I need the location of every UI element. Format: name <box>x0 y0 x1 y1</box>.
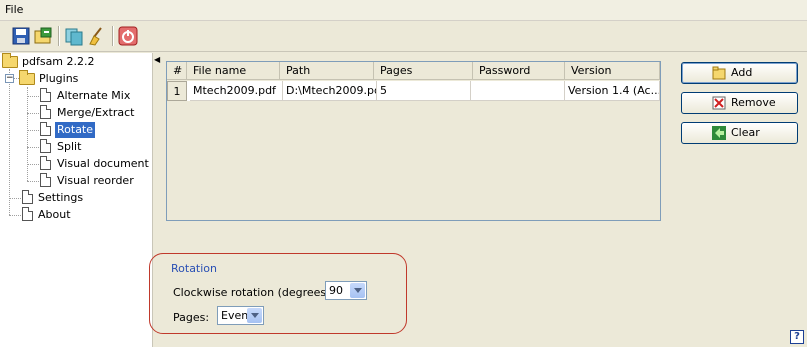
toolbar-separator <box>112 26 114 46</box>
remove-button[interactable]: Remove <box>681 92 798 114</box>
menu-bar: File <box>0 0 807 21</box>
add-folder-icon <box>712 66 726 80</box>
document-icon <box>40 173 51 187</box>
cell-file-name: Mtech2009.pdf <box>190 81 283 101</box>
clear-arrow-icon <box>712 126 726 140</box>
clear-icon[interactable] <box>86 25 108 47</box>
document-icon <box>40 105 51 119</box>
degrees-select[interactable]: 90 <box>325 281 367 300</box>
chevron-down-icon[interactable] <box>350 283 365 298</box>
pages-select[interactable]: Even <box>217 306 264 325</box>
chevron-down-icon[interactable] <box>247 308 262 323</box>
open-icon[interactable] <box>32 25 54 47</box>
add-button[interactable]: Add <box>681 62 798 84</box>
collapse-arrow-icon[interactable]: ◀ <box>154 55 160 64</box>
cell-pages[interactable]: 5 <box>377 81 471 101</box>
toolbar <box>0 21 807 52</box>
clear-button[interactable]: Clear <box>681 122 798 144</box>
degrees-label: Clockwise rotation (degrees): <box>173 286 335 299</box>
toolbar-separator <box>58 26 60 46</box>
help-icon[interactable]: ? <box>790 330 804 344</box>
cell-version: Version 1.4 (Ac... <box>565 81 660 101</box>
table-header: # File name Path Pages Password Version <box>167 62 660 80</box>
column-header-path[interactable]: Path <box>280 62 374 80</box>
document-icon <box>40 88 51 102</box>
row-number: 1 <box>167 81 187 101</box>
column-header-number[interactable]: # <box>167 62 187 80</box>
document-icon <box>40 139 51 153</box>
document-icon <box>22 190 33 204</box>
table-row[interactable]: 1 Mtech2009.pdf D:\Mtech2009.pdf 5 Versi… <box>167 81 660 101</box>
document-icon <box>40 122 51 136</box>
document-icon <box>22 207 33 221</box>
folder-icon <box>2 53 18 68</box>
cell-path: D:\Mtech2009.pdf <box>283 81 377 101</box>
rotation-group-title: Rotation <box>171 262 218 275</box>
pages-label: Pages: <box>173 311 210 324</box>
remove-x-icon <box>712 96 726 110</box>
collapse-expander[interactable]: − <box>5 74 14 83</box>
column-header-version[interactable]: Version <box>565 62 660 80</box>
exit-icon[interactable] <box>117 25 139 47</box>
plugin-tree: pdfsam 2.2.2 − Plugins Alternate Mix Mer… <box>0 53 152 347</box>
document-icon <box>40 156 51 170</box>
copy-icon[interactable] <box>63 25 85 47</box>
cell-password[interactable] <box>471 81 565 101</box>
save-icon[interactable] <box>10 25 32 47</box>
file-table: # File name Path Pages Password Version … <box>166 61 661 221</box>
column-header-pages[interactable]: Pages <box>374 62 473 80</box>
menu-file[interactable]: File <box>5 3 23 16</box>
column-header-password[interactable]: Password <box>473 62 565 80</box>
column-header-file-name[interactable]: File name <box>187 62 280 80</box>
folder-icon <box>19 70 35 85</box>
